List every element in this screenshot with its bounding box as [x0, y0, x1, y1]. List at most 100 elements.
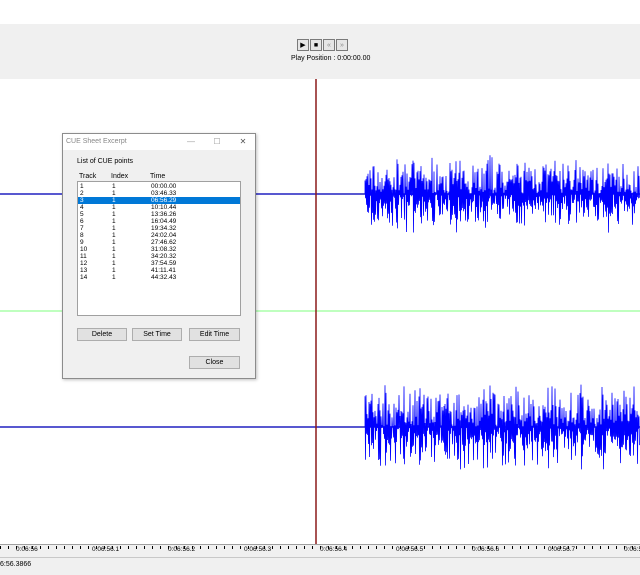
time-cell: 24:02.04: [151, 232, 177, 239]
list-item[interactable]: 10 1 31:08.32: [78, 246, 240, 253]
next-cue-icon: »: [340, 41, 344, 49]
ruler-tick: [432, 546, 433, 549]
ruler-tick: [376, 546, 377, 549]
edit-time-button[interactable]: Edit Time: [189, 328, 240, 341]
index-cell: 1: [112, 225, 116, 232]
index-cell: 1: [112, 204, 116, 211]
close-button[interactable]: Close: [189, 356, 240, 369]
play-button[interactable]: ▶: [297, 39, 309, 51]
track-cell: 2: [80, 190, 84, 197]
list-item[interactable]: 9 1 27:46.62: [78, 239, 240, 246]
ruler-tick: [352, 546, 353, 549]
index-cell: 1: [112, 232, 116, 239]
ruler-tick: [48, 546, 49, 549]
list-item[interactable]: 7 1 19:34.32: [78, 225, 240, 232]
ruler-tick: [312, 546, 313, 549]
index-cell: 1: [112, 190, 116, 197]
ruler-tick: [152, 546, 153, 549]
ruler-label: 0:06:56.8: [624, 546, 640, 553]
time-cell: 34:20.32: [151, 253, 177, 260]
ruler-tick: [544, 546, 545, 549]
dialog-titlebar[interactable]: CUE Sheet Excerpt — ☐ ✕: [63, 134, 255, 150]
index-cell: 1: [112, 267, 116, 274]
list-item[interactable]: 2 1 03:46.33: [78, 190, 240, 197]
list-item[interactable]: 13 1 41:11.41: [78, 267, 240, 274]
time-cell: 06:56.29: [151, 197, 177, 204]
column-header-time[interactable]: Time: [150, 173, 165, 180]
ruler-label: 0:06:56.5: [396, 546, 424, 553]
ruler-tick: [160, 546, 161, 549]
ruler-tick: [128, 546, 129, 549]
ruler-tick: [616, 546, 617, 549]
close-icon[interactable]: ✕: [233, 136, 253, 148]
list-item[interactable]: 12 1 37:54.59: [78, 260, 240, 267]
list-item[interactable]: 5 1 13:36.26: [78, 211, 240, 218]
ruler-tick: [288, 546, 289, 549]
ruler-tick: [536, 546, 537, 549]
time-ruler[interactable]: 0:06:56 0:06:56.1 0:06:56.2 0:06:56.3 0:06:5…: [0, 544, 640, 558]
time-cell: 10:10.44: [151, 204, 177, 211]
ruler-label: 0:06:56.6: [472, 546, 500, 553]
status-bar: 6:56.3866: [0, 557, 640, 575]
ruler-tick: [576, 546, 577, 549]
column-header-track[interactable]: Track: [79, 173, 96, 180]
time-cell: 41:11.41: [151, 267, 176, 274]
previous-cue-button[interactable]: «: [323, 39, 335, 51]
dialog-title: CUE Sheet Excerpt: [66, 138, 127, 145]
index-cell: 1: [112, 274, 116, 281]
cue-points-list[interactable]: 1 1 00:00.00 2 1 03:46.33 3 1 06:56.29 4 1 10:10.44…: [77, 181, 241, 316]
ruler-tick: [144, 546, 145, 549]
ruler-tick: [280, 546, 281, 549]
track-cell: 7: [80, 225, 84, 232]
time-cell: 00:00.00: [151, 183, 177, 190]
ruler-tick: [464, 546, 465, 549]
list-item[interactable]: 1 1 00:00.00: [78, 183, 240, 190]
maximize-icon: ☐: [213, 137, 221, 146]
ruler-tick: [608, 546, 609, 549]
track-cell: 11: [80, 253, 87, 260]
transport-controls: ▶ ■ « »: [297, 39, 348, 52]
list-item[interactable]: 11 1 34:20.32: [78, 253, 240, 260]
waveform-signal: [364, 155, 640, 233]
ruler-tick: [208, 546, 209, 549]
index-cell: 1: [112, 183, 116, 190]
ruler-tick: [40, 546, 41, 549]
column-header-index[interactable]: Index: [111, 173, 128, 180]
list-item[interactable]: 14 1 44:32.43: [78, 274, 240, 281]
ruler-tick: [424, 546, 425, 549]
track-cell: 10: [80, 246, 88, 253]
list-item[interactable]: 8 1 24:02.04: [78, 232, 240, 239]
time-cell: 13:36.26: [151, 211, 177, 218]
ruler-tick: [56, 546, 57, 549]
time-cell: 19:34.32: [151, 225, 177, 232]
index-cell: 1: [112, 218, 116, 225]
list-caption: List of CUE points: [77, 158, 134, 165]
ruler-tick: [200, 546, 201, 549]
ruler-tick: [504, 546, 505, 549]
set-time-button[interactable]: Set Time: [132, 328, 182, 341]
next-cue-button[interactable]: »: [336, 39, 348, 51]
play-icon: ▶: [300, 41, 306, 49]
ruler-label: 0:06:56.7: [548, 546, 576, 553]
ruler-tick: [224, 546, 225, 549]
ruler-tick: [584, 546, 585, 549]
ruler-tick: [512, 546, 513, 549]
delete-button[interactable]: Delete: [77, 328, 127, 341]
time-cell: 31:08.32: [151, 246, 177, 253]
list-item[interactable]: 4 1 10:10.44: [78, 204, 240, 211]
ruler-tick: [216, 546, 217, 549]
ruler-tick: [448, 546, 449, 549]
ruler-tick: [0, 546, 1, 549]
ruler-tick: [600, 546, 601, 549]
ruler-tick: [296, 546, 297, 549]
list-item[interactable]: 6 1 16:04.49: [78, 218, 240, 225]
list-item[interactable]: 3 1 06:56.29: [78, 197, 240, 204]
cue-sheet-dialog: CUE Sheet Excerpt — ☐ ✕ List of CUE poin…: [62, 133, 256, 379]
time-cell: 03:46.33: [151, 190, 177, 197]
prev-cue-icon: «: [327, 41, 331, 49]
index-cell: 1: [112, 197, 116, 204]
ruler-tick: [592, 546, 593, 549]
play-position-readout: Play Position : 0:00:00.00: [291, 55, 371, 62]
index-cell: 1: [112, 239, 116, 246]
stop-button[interactable]: ■: [310, 39, 322, 51]
